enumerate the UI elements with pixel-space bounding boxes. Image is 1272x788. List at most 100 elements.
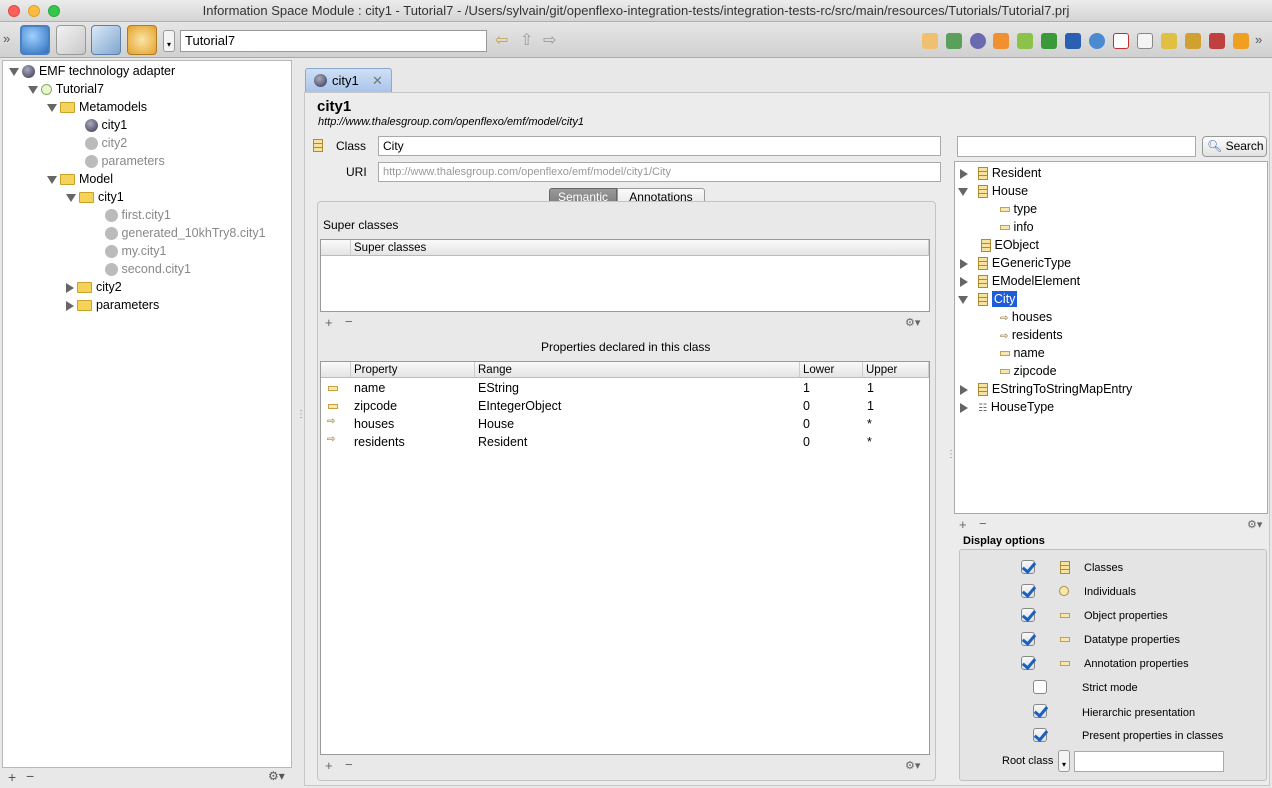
individuals-checkbox[interactable] <box>1021 584 1035 598</box>
add-property-icon[interactable]: + <box>325 758 333 773</box>
close-window-button[interactable] <box>8 5 20 17</box>
word-icon[interactable] <box>1065 33 1081 49</box>
tree-item-model-city1[interactable]: city1 <box>66 188 124 206</box>
browser-item-zipcode[interactable]: zipcode <box>1000 362 1057 380</box>
hand-icon[interactable] <box>922 33 938 49</box>
project-dropdown-button[interactable]: ▾ <box>163 30 175 52</box>
browser-item-egenerictype[interactable]: EGenericType <box>960 254 1071 272</box>
remove-icon[interactable]: − <box>26 768 34 784</box>
add-super-class-icon[interactable]: + <box>325 315 333 330</box>
root-class-dropdown-button[interactable]: ▾ <box>1058 750 1070 772</box>
tree-item-model-parameters[interactable]: parameters <box>66 296 159 314</box>
search-button[interactable]: 🔍︎ Search <box>1202 136 1267 157</box>
connector-icon[interactable] <box>946 33 962 49</box>
classes-checkbox[interactable] <box>1021 560 1035 574</box>
browser-item-name[interactable]: name <box>1000 344 1045 362</box>
window-icon[interactable] <box>1137 33 1153 49</box>
table-header-upper[interactable]: Upper <box>863 362 929 378</box>
collapsed-triangle-icon[interactable] <box>960 258 968 269</box>
tree-item-model-file[interactable]: my.city1 <box>105 242 166 260</box>
table-header-range[interactable]: Range <box>475 362 800 378</box>
web-icon[interactable] <box>1089 33 1105 49</box>
browser-item-emodelelement[interactable]: EModelElement <box>960 272 1080 290</box>
remove-super-class-icon[interactable]: − <box>345 314 353 329</box>
gear-icon[interactable]: ⚙▾ <box>905 316 920 329</box>
chart-module-icon[interactable] <box>91 25 121 55</box>
present-properties-checkbox[interactable] <box>1033 728 1047 742</box>
more-chevron-icon[interactable]: » <box>1255 32 1262 47</box>
remove-property-icon[interactable]: − <box>345 757 353 772</box>
browser-item-house[interactable]: House <box>958 182 1028 200</box>
tree-item-metamodels[interactable]: Metamodels <box>47 98 147 116</box>
browser-item-city[interactable]: City <box>958 290 1018 308</box>
remove-icon[interactable]: − <box>979 516 987 531</box>
collapsed-triangle-icon[interactable] <box>960 384 968 395</box>
diagram-module-icon[interactable] <box>56 25 86 55</box>
browser-item-resident[interactable]: Resident <box>960 164 1041 182</box>
editor-tab-city1[interactable]: city1 ✕ <box>305 68 392 92</box>
gear-icon[interactable]: ⚙▾ <box>268 769 285 783</box>
xml-icon[interactable] <box>993 33 1009 49</box>
hierarchic-presentation-checkbox[interactable] <box>1033 704 1047 718</box>
class-name-field[interactable]: City <box>378 136 941 156</box>
collapsed-triangle-icon[interactable] <box>66 282 74 293</box>
expand-triangle-icon[interactable] <box>28 85 38 94</box>
browser-item-eobject[interactable]: EObject <box>981 236 1039 254</box>
datatype-properties-checkbox[interactable] <box>1021 632 1035 646</box>
add-icon[interactable]: + <box>8 769 16 785</box>
table-header-lower[interactable]: Lower <box>800 362 863 378</box>
add-icon[interactable]: + <box>959 517 967 532</box>
table-header-super-classes[interactable]: Super classes <box>351 240 929 256</box>
forward-arrow-icon[interactable]: ⇨ <box>543 30 556 50</box>
project-field[interactable]: Tutorial7 <box>180 30 487 52</box>
tree-item-metamodel-city2[interactable]: city2 <box>85 134 127 152</box>
gear-icon[interactable]: ⚙▾ <box>905 759 920 772</box>
annotation-properties-checkbox[interactable] <box>1021 656 1035 670</box>
zoom-window-button[interactable] <box>48 5 60 17</box>
excel-icon[interactable] <box>1041 33 1057 49</box>
people-icon[interactable] <box>1209 33 1225 49</box>
bee-module-icon[interactable] <box>127 25 157 55</box>
tree-item-metamodel-city1[interactable]: city1 <box>85 116 127 134</box>
expand-triangle-icon[interactable] <box>47 175 57 184</box>
pdf-icon[interactable] <box>1113 33 1129 49</box>
expand-triangle-icon[interactable] <box>66 193 76 202</box>
tree-item-root[interactable]: EMF technology adapter <box>9 62 175 80</box>
database-icon[interactable] <box>1185 33 1201 49</box>
box-icon[interactable] <box>1233 33 1249 49</box>
browser-item-estringtostringmapentry[interactable]: EStringToStringMapEntry <box>960 380 1132 398</box>
collapsed-triangle-icon[interactable] <box>66 300 74 311</box>
browser-item-info[interactable]: info <box>1000 218 1034 236</box>
expand-triangle-icon[interactable] <box>958 295 968 304</box>
expand-triangle-icon[interactable] <box>47 103 57 112</box>
up-arrow-icon[interactable]: ⇧ <box>520 30 533 50</box>
emf-icon[interactable] <box>970 33 986 49</box>
tree-item-model-file[interactable]: generated_10khTry8.city1 <box>105 224 266 242</box>
tree-item-model-file[interactable]: second.city1 <box>105 260 191 278</box>
expand-triangle-icon[interactable] <box>958 187 968 196</box>
tree-item-model-city2[interactable]: city2 <box>66 278 122 296</box>
close-tab-icon[interactable]: ✕ <box>372 69 383 93</box>
expand-chevron-icon[interactable]: » <box>3 31 10 46</box>
browser-item-type[interactable]: type <box>1000 200 1037 218</box>
search-input[interactable] <box>957 136 1196 157</box>
browser-item-housetype[interactable]: ☷ HouseType <box>960 398 1054 416</box>
object-properties-checkbox[interactable] <box>1021 608 1035 622</box>
globe-module-icon[interactable] <box>20 25 50 55</box>
collapsed-triangle-icon[interactable] <box>960 168 968 179</box>
collapsed-triangle-icon[interactable] <box>960 402 968 413</box>
bee-icon[interactable] <box>1161 33 1177 49</box>
back-arrow-icon[interactable]: ⇦ <box>495 30 508 50</box>
tree-item-model[interactable]: Model <box>47 170 113 188</box>
tree-item-project[interactable]: Tutorial7 <box>28 80 104 98</box>
gear-icon[interactable]: ⚙▾ <box>1247 518 1262 531</box>
tree-item-metamodel-parameters[interactable]: parameters <box>85 152 165 170</box>
root-class-field[interactable] <box>1074 751 1224 772</box>
minimize-window-button[interactable] <box>28 5 40 17</box>
uri-field[interactable]: http://www.thalesgroup.com/openflexo/emf… <box>378 162 941 182</box>
expand-triangle-icon[interactable] <box>9 67 19 76</box>
browser-item-houses[interactable]: ⇨ houses <box>1000 308 1052 326</box>
puzzle-icon[interactable] <box>1017 33 1033 49</box>
collapsed-triangle-icon[interactable] <box>960 276 968 287</box>
tree-item-model-file[interactable]: first.city1 <box>105 206 171 224</box>
